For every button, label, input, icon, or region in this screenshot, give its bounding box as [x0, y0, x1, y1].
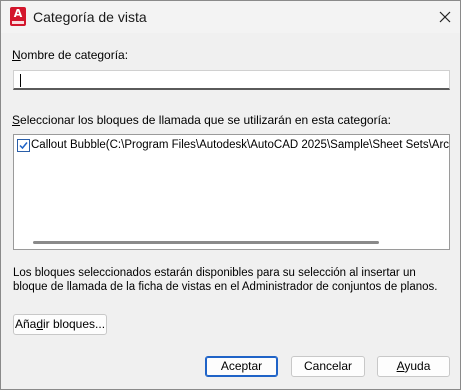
- autocad-app-icon: A: [10, 7, 26, 26]
- app-icon-letter: A: [13, 7, 23, 20]
- checkmark-icon: [19, 142, 28, 150]
- accept-button[interactable]: Aceptar: [205, 356, 278, 377]
- info-text: Los bloques seleccionados estarán dispon…: [13, 267, 438, 293]
- title-bar: A Categoría de vista: [1, 1, 460, 33]
- item-checkbox[interactable]: [17, 139, 30, 152]
- text-caret: [20, 74, 21, 87]
- dialog-window: A Categoría de vista Nombre de categoría…: [0, 0, 461, 390]
- blocks-label: Seleccionar los bloques de llamada que s…: [12, 113, 391, 127]
- horizontal-scrollbar[interactable]: [33, 241, 379, 244]
- category-name-input[interactable]: [13, 70, 450, 90]
- dialog-title: Categoría de vista: [33, 9, 147, 25]
- cancel-button[interactable]: Cancelar: [291, 356, 365, 377]
- close-button[interactable]: [432, 5, 458, 29]
- category-name-label: Nombre de categoría:: [12, 48, 129, 62]
- list-item-text: Callout Bubble(C:\Program Files\Autodesk…: [31, 139, 450, 151]
- help-button[interactable]: Ayuda: [377, 356, 450, 377]
- close-icon: [439, 11, 451, 23]
- add-blocks-button[interactable]: Añadir bloques...: [13, 314, 107, 335]
- callout-blocks-list[interactable]: Callout Bubble(C:\Program Files\Autodesk…: [13, 134, 450, 250]
